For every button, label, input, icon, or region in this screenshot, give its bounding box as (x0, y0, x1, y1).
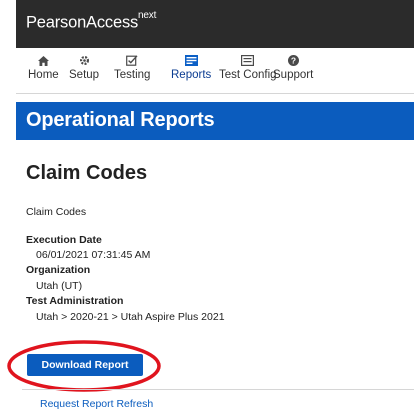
page-title: Operational Reports (26, 109, 215, 131)
svg-text:?: ? (291, 56, 296, 66)
report-icon (171, 53, 211, 69)
brand-logo[interactable]: PearsonAccessnext (26, 10, 157, 33)
execution-date-label: Execution Date (26, 234, 102, 246)
nav-item-label: Testing (114, 69, 151, 81)
list-icon (219, 53, 277, 69)
nav-item-setup[interactable]: Setup (69, 53, 99, 81)
nav-item-reports[interactable]: Reports (171, 53, 211, 81)
download-report-button[interactable]: Download Report (27, 354, 143, 376)
nav-item-label: Reports (171, 69, 212, 81)
brand-name: PearsonAccess (26, 13, 139, 32)
help-icon: ? (273, 53, 313, 69)
execution-date-value: 06/01/2021 07:31:45 AM (36, 249, 151, 261)
test-administration-value: Utah > 2020-21 > Utah Aspire Plus 2021 (36, 311, 225, 323)
request-report-refresh-link[interactable]: Request Report Refresh (40, 398, 153, 410)
nav-item-testing[interactable]: Testing (114, 53, 150, 81)
nav-item-label: Home (28, 69, 59, 81)
divider (22, 389, 414, 390)
organization-label: Organization (26, 264, 91, 276)
nav-item-test-config[interactable]: Test Config (219, 53, 277, 81)
test-administration-label: Test Administration (26, 295, 124, 307)
nav-item-home[interactable]: Home (28, 53, 59, 81)
report-subtitle: Claim Codes (26, 206, 87, 218)
nav-item-label: Setup (69, 69, 100, 81)
main-nav: Home Setup Testing Reports Test Config ?… (16, 48, 414, 94)
brand-superscript: next (138, 10, 157, 21)
report-title: Claim Codes (26, 162, 148, 184)
home-icon (28, 53, 59, 69)
app-header: PearsonAccessnext (16, 0, 414, 48)
nav-item-label: Test Config (219, 69, 277, 81)
gear-icon (69, 53, 99, 69)
checkbox-icon (114, 53, 150, 69)
section-banner: Operational Reports (16, 102, 414, 140)
organization-value: Utah (UT) (36, 280, 83, 292)
nav-item-support[interactable]: ? Support (273, 53, 313, 81)
nav-item-label: Support (273, 69, 314, 81)
